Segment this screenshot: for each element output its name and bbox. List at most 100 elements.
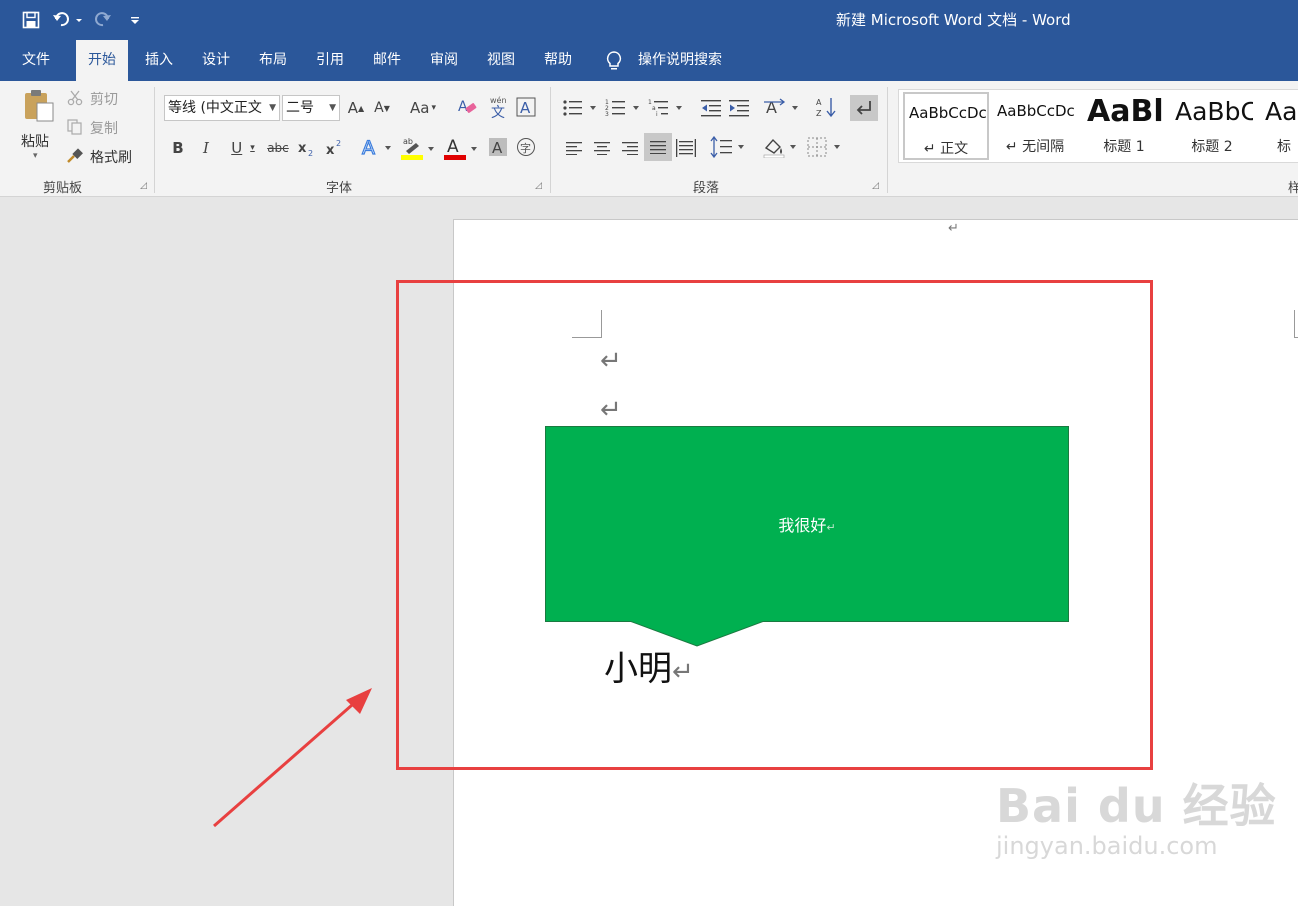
save-icon[interactable] [18,8,44,32]
chinese-layout-icon[interactable]: A [764,95,802,119]
format-painter-button[interactable]: 格式刷 [90,147,132,167]
phonetic-guide-icon[interactable]: wén 文 [486,95,510,119]
tell-me-search[interactable]: 操作说明搜索 [638,40,722,81]
paste-dropdown-icon[interactable]: ▾ [33,151,38,161]
font-name-combo[interactable]: 等线 (中文正文 ▼ [164,95,280,121]
svg-text:A: A [520,99,531,117]
text-effects-icon[interactable]: A [360,135,394,159]
tab-design[interactable]: 设计 [190,40,242,81]
character-shading-icon[interactable]: A [487,136,509,158]
tab-insert[interactable]: 插入 [133,40,185,81]
svg-text:Z: Z [816,109,822,118]
align-center-icon[interactable] [592,137,612,159]
watermark-url: jingyan.baidu.com [996,832,1218,860]
multilevel-list-icon[interactable]: 1ai [648,97,686,119]
text-highlight-color-icon[interactable]: ab [400,135,438,161]
style-sample: AaBl [1087,94,1164,129]
svg-text:ab: ab [403,137,413,146]
character-border-icon[interactable]: A [515,96,537,118]
ribbon: 粘贴 ▾ 剪切 复制 格式刷 剪贴板 ◿ 等线 (中文正文 ▼ 二号 ▼ A ▲ … [0,81,1298,197]
align-right-icon[interactable] [620,137,640,159]
clipboard-paste-icon[interactable] [18,87,58,123]
enclose-characters-icon[interactable]: 字 [515,136,537,158]
quick-access-toolbar [18,8,148,32]
change-case-label: Aa [410,99,430,117]
tab-file[interactable]: 文件 [10,40,62,81]
svg-text:2: 2 [308,149,313,158]
style-heading-2[interactable]: AaBbC 标题 2 [1171,92,1253,160]
svg-text:文: 文 [491,105,505,119]
shading-icon[interactable] [762,135,800,159]
style-name: 标题 2 [1191,139,1233,155]
font-color-icon[interactable]: A [443,135,481,161]
strikethrough-label: abc [267,141,289,155]
paste-button[interactable]: 粘贴 [21,131,49,151]
borders-icon[interactable] [806,135,844,159]
font-group-label: 字体 [326,181,353,196]
chevron-down-icon: ▼ [269,103,276,113]
svg-text:A: A [362,137,375,159]
show-formatting-marks-icon[interactable] [850,95,878,121]
format-painter-icon[interactable] [66,147,84,165]
style-name: 标 [1277,139,1291,155]
font-size-combo[interactable]: 二号 ▼ [282,95,340,121]
line-spacing-icon[interactable] [710,135,748,159]
svg-text:字: 字 [520,141,531,155]
paragraph-group-label: 段落 [693,181,720,196]
style-sample: Aa [1265,97,1298,126]
svg-text:A: A [458,99,468,115]
red-arrow-annotation [213,688,372,828]
distributed-icon[interactable] [676,137,696,159]
highlight-box [396,280,1153,770]
tab-home[interactable]: 开始 [76,40,128,81]
tab-help[interactable]: 帮助 [532,40,584,81]
scissors-icon[interactable] [66,89,84,107]
customize-qat-icon[interactable] [122,8,148,32]
grow-font-button[interactable]: A ▲ [346,97,366,119]
bold-label: B [172,139,184,157]
tab-layout[interactable]: 布局 [247,40,299,81]
subscript-icon[interactable]: x2 [296,137,316,159]
tab-review[interactable]: 审阅 [418,40,470,81]
styles-group-label: 样 [1288,181,1298,196]
font-launcher-icon[interactable]: ◿ [535,181,542,191]
underline-button[interactable]: U ▾ [224,137,262,159]
style-normal[interactable]: AaBbCcDc ↵ 正文 [903,92,989,160]
decrease-indent-icon[interactable] [700,97,722,119]
style-title[interactable]: Aa 标 [1261,92,1298,160]
tab-view[interactable]: 视图 [475,40,527,81]
window-title: 新建 Microsoft Word 文档 - Word [836,11,1071,29]
numbering-icon[interactable]: 123 [605,97,643,119]
tab-mailings[interactable]: 邮件 [361,40,413,81]
baidu-watermark: Bai du 经验 jingyan.baidu.com [996,770,1277,860]
paragraph-launcher-icon[interactable]: ◿ [872,181,879,191]
align-left-icon[interactable] [564,137,584,159]
sort-icon[interactable]: AZ [816,95,838,119]
undo-icon[interactable] [50,8,84,32]
redo-icon[interactable] [90,8,116,32]
italic-button[interactable]: I [196,137,216,159]
watermark-brand: Bai du 经验 [996,779,1277,833]
justify-icon[interactable] [644,133,672,161]
clipboard-group-label: 剪贴板 [43,181,83,196]
change-case-button[interactable]: Aa ▾ [404,97,442,119]
clipboard-launcher-icon[interactable]: ◿ [140,181,147,191]
bold-button[interactable]: B [168,137,188,159]
tab-references[interactable]: 引用 [304,40,356,81]
style-name: ↵ 无间隔 [1005,139,1065,155]
copy-button[interactable]: 复制 [90,118,118,138]
superscript-icon[interactable]: x2 [324,137,344,159]
style-no-spacing[interactable]: AaBbCcDc ↵ 无间隔 [993,92,1077,160]
copy-icon[interactable] [66,118,84,136]
svg-text:x: x [326,143,335,158]
style-heading-1[interactable]: AaBl 标题 1 [1083,92,1165,160]
clear-formatting-icon[interactable]: A [456,95,480,119]
shrink-font-button[interactable]: A ▼ [372,97,392,119]
strikethrough-button[interactable]: abc [265,137,291,159]
lightbulb-icon[interactable] [604,50,624,76]
chevron-down-icon: ▼ [329,103,336,113]
cut-button[interactable]: 剪切 [90,89,118,109]
bullets-icon[interactable] [562,97,600,119]
shrink-font-label: A [374,100,384,116]
increase-indent-icon[interactable] [728,97,750,119]
